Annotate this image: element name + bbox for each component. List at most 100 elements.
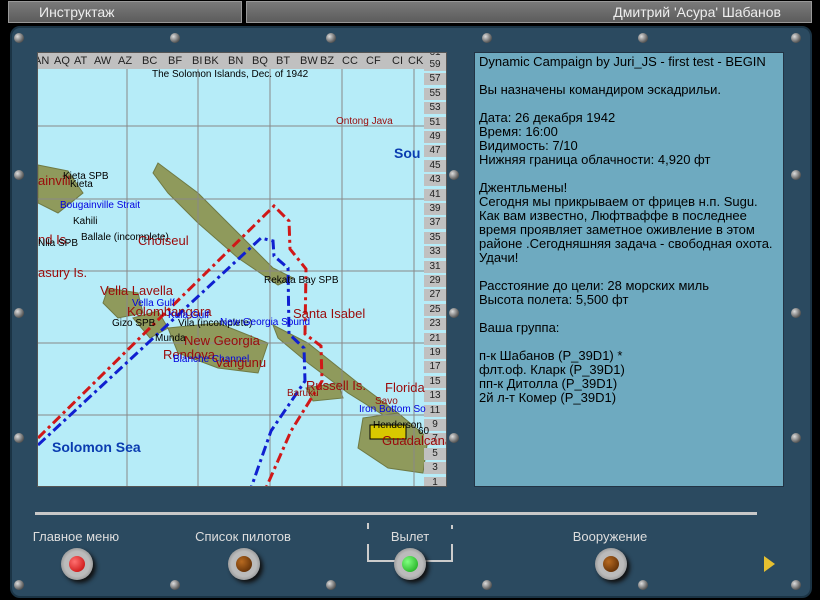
map-label-guadalcanal: Guadalcanal: [382, 433, 446, 448]
screw-icon: [14, 33, 24, 43]
map-label-new-georgia: New Georgia: [184, 333, 260, 348]
map-label-kahili: Kahili: [73, 216, 98, 227]
map-title: The Solomon Islands, Dec. of 1942: [152, 69, 309, 80]
screw-icon: [14, 433, 24, 443]
briefing-title: Dynamic Campaign by Juri_JS - first test…: [479, 54, 766, 69]
screw-icon: [449, 308, 459, 318]
map-row-label: 49: [424, 131, 446, 143]
main-menu-button[interactable]: [61, 548, 93, 580]
map-label-ontong-java: Ontong Java: [336, 116, 393, 127]
island-shape: [152, 162, 295, 286]
pilots-button[interactable]: [228, 548, 260, 580]
map-label-choiseul: Choiseul: [138, 233, 189, 248]
screw-icon: [14, 170, 24, 180]
map-label-munda: Munda: [155, 333, 186, 344]
map-row-label: 1: [424, 476, 446, 486]
group-member: пп-к Дитолла (P_39D1): [479, 376, 618, 391]
loadout-label: Вооружение: [572, 529, 648, 544]
map-row-label: 33: [424, 246, 446, 259]
main-menu-label: Главное меню: [32, 529, 120, 544]
screw-icon: [791, 433, 801, 443]
map-row-label: 23: [424, 318, 446, 331]
map-row-label: 17: [424, 361, 446, 374]
briefing-distance: Расстояние до цели: 28 морских миль: [479, 278, 710, 293]
mouse-cursor-icon: [764, 556, 775, 572]
group-member: флт.оф. Кларк (P_39D1): [479, 362, 625, 377]
screw-icon: [638, 580, 648, 590]
group-member: 2й л-т Комер (P_39D1): [479, 390, 617, 405]
map-column-label: AZ: [118, 55, 133, 67]
map-column-label: CK: [408, 55, 424, 67]
map-column-label: AQ: [54, 55, 70, 67]
map-row-label: 47: [424, 145, 446, 158]
map-label-baruku: Baruku: [287, 388, 319, 399]
screw-icon: [449, 170, 459, 180]
map-label-gizo-spb: Gizo SPB: [112, 318, 156, 329]
screw-icon: [326, 33, 336, 43]
briefing-intro: Вы назначены командиром эскадрильи.: [479, 82, 722, 97]
map-label-sou: Sou: [394, 145, 421, 161]
screw-icon: [791, 580, 801, 590]
screw-icon: [482, 33, 492, 43]
screw-icon: [791, 170, 801, 180]
screw-icon: [791, 33, 801, 43]
group-member: п-к Шабанов (P_39D1) *: [479, 348, 623, 363]
screw-icon: [170, 580, 180, 590]
map-row-label: 35: [424, 231, 446, 244]
map-label-kieta: Kieta: [70, 179, 93, 190]
pilots-label: Список пилотов: [195, 529, 291, 544]
map-label-count: 60: [418, 426, 430, 437]
screw-icon: [791, 308, 801, 318]
map-row-header: 61 59 57 55 53 51 49 47 45 43 41 39 37 35 33 31 29 27 25 23…: [424, 53, 446, 486]
map-row-label: 19: [424, 347, 446, 359]
map-column-label: CF: [366, 55, 381, 67]
map-column-label: AN: [38, 55, 50, 67]
map-column-label: CI: [392, 55, 403, 67]
map-row-label: 51: [424, 116, 446, 129]
screw-icon: [482, 580, 492, 590]
screw-icon: [326, 580, 336, 590]
map-column-label: BF: [168, 55, 183, 67]
group-title: Ваша группа:: [479, 320, 560, 335]
amber-lamp-icon: [236, 556, 252, 572]
amber-lamp-icon: [603, 556, 619, 572]
briefing-date: Дата: 26 декабря 1942: [479, 110, 616, 125]
map-column-label: BN: [228, 55, 244, 67]
map-column-label: BK: [204, 55, 219, 67]
green-lamp-icon: [402, 556, 418, 572]
map-row-label: 3: [424, 462, 446, 475]
map-column-label: CC: [342, 55, 358, 67]
map-column-label: AT: [74, 55, 88, 67]
screw-icon: [449, 433, 459, 443]
map-column-header: ANAQATAWAZBCBFBIBKBNBQBTBWBZCCCFCICKCNCQ: [38, 53, 446, 69]
map-row-label: 31: [424, 260, 446, 273]
map-row-label: 13: [424, 390, 446, 403]
map-row-label: 57: [424, 73, 446, 86]
map-row-label: 25: [424, 303, 446, 316]
map-label-iron-bottom: Iron Bottom So: [359, 404, 426, 415]
map-column-label: BW: [300, 55, 318, 67]
divider: [35, 512, 757, 515]
fly-button[interactable]: [394, 548, 426, 580]
screen-title: Инструктаж: [8, 1, 242, 23]
map-row-label: 11: [424, 404, 446, 417]
map-column-label: AW: [94, 55, 112, 67]
map-row-label: 43: [424, 174, 446, 187]
map-label-henderson: Henderson: [373, 420, 422, 431]
briefing-visibility: Видимость: 7/10: [479, 138, 578, 153]
loadout-button[interactable]: [595, 548, 627, 580]
map-column-label: BT: [276, 55, 291, 67]
map-label-vangunu: Vangunu: [215, 355, 267, 370]
briefing-text[interactable]: Dynamic Campaign by Juri_JS - first test…: [474, 52, 784, 487]
map-row-label: 21: [424, 332, 446, 345]
map-row-label: 53: [424, 102, 446, 115]
map-row-label: 61: [424, 53, 446, 59]
map-label-solomon-sea: Solomon Sea: [52, 439, 141, 455]
map-column-label: BI: [192, 55, 203, 67]
briefing-map[interactable]: ANAQATAWAZBCBFBIBKBNBQBTBWBZCCCFCICKCNCQ…: [37, 52, 447, 487]
screw-icon: [170, 33, 180, 43]
map-label-rekata-bay: Rekata Bay SPB: [264, 275, 339, 286]
map-column-label: BQ: [252, 55, 268, 67]
map-row-label: 37: [424, 217, 446, 230]
fly-label: Вылет: [340, 529, 480, 544]
